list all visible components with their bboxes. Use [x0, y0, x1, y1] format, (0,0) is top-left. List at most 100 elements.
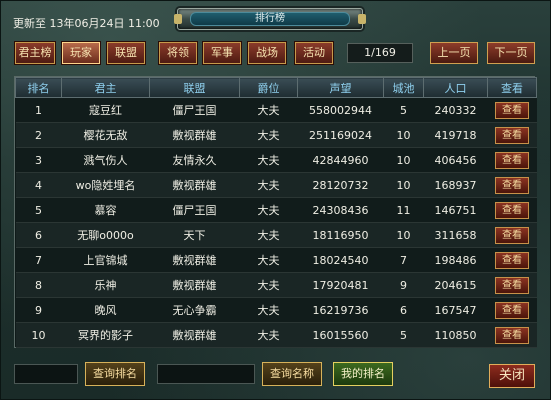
table-row: 1 寇豆红 僵尸王国 大夫 558002944 5 240332 查看 [15, 97, 537, 123]
cell-alliance: 僵尸王国 [149, 97, 240, 123]
cell-cities: 10 [383, 222, 424, 248]
cell-prestige: 18024540 [297, 247, 384, 273]
cell-title: 大夫 [239, 197, 298, 223]
view-button[interactable]: 查看 [495, 226, 529, 244]
cell-lord: 慕容 [61, 197, 150, 223]
col-header-title: 爵位 [239, 77, 298, 98]
my-rank-button[interactable]: 我的排名 [333, 362, 393, 386]
col-header-rank: 排名 [15, 77, 62, 98]
view-button[interactable]: 查看 [495, 176, 529, 194]
cell-rank: 1 [15, 97, 62, 123]
cell-rank: 10 [15, 322, 62, 348]
cell-lord: 无聊o000o [61, 222, 150, 248]
ranking-table: 排名 君主 联盟 爵位 声望 城池 人口 查看 1 寇豆红 僵尸王国 大夫 55… [14, 76, 537, 348]
cell-prestige: 251169024 [297, 122, 384, 148]
cell-view: 查看 [487, 122, 537, 148]
cell-view: 查看 [487, 247, 537, 273]
search-rank-button[interactable]: 查询排名 [85, 362, 145, 386]
cell-alliance: 敷视群雄 [149, 272, 240, 298]
cell-prestige: 24308436 [297, 197, 384, 223]
cell-rank: 3 [15, 147, 62, 173]
cell-rank: 7 [15, 247, 62, 273]
table-row: 9 晚风 无心争霸 大夫 16219736 6 167547 查看 [15, 297, 537, 323]
tab-military[interactable]: 军事 [203, 42, 241, 64]
tab-lord-ranking[interactable]: 君主榜 [15, 42, 55, 64]
cell-population: 204615 [423, 272, 488, 298]
cell-lord: 晚风 [61, 297, 150, 323]
cell-prestige: 17920481 [297, 272, 384, 298]
cell-population: 110850 [423, 322, 488, 348]
table-row: 10 冥界的影子 敷视群雄 大夫 16015560 5 110850 查看 [15, 322, 537, 348]
name-search-input[interactable] [157, 364, 255, 384]
close-button[interactable]: 关闭 [489, 364, 535, 388]
cell-prestige: 16015560 [297, 322, 384, 348]
cell-alliance: 僵尸王国 [149, 197, 240, 223]
col-header-lord: 君主 [61, 77, 150, 98]
cell-lord: 冥界的影子 [61, 322, 150, 348]
cell-lord: 溅气伤人 [61, 147, 150, 173]
col-header-prestige: 声望 [297, 77, 384, 98]
view-button[interactable]: 查看 [495, 276, 529, 294]
cell-cities: 9 [383, 272, 424, 298]
cell-population: 168937 [423, 172, 488, 198]
view-button[interactable]: 查看 [495, 101, 529, 119]
prev-page-button[interactable]: 上一页 [430, 42, 478, 64]
cell-population: 240332 [423, 97, 488, 123]
cell-population: 146751 [423, 197, 488, 223]
table-row: 4 wo隐姓埋名 敷视群雄 大夫 28120732 10 168937 查看 [15, 172, 537, 198]
cell-cities: 10 [383, 122, 424, 148]
view-button[interactable]: 查看 [495, 201, 529, 219]
cell-population: 419718 [423, 122, 488, 148]
view-button[interactable]: 查看 [495, 326, 529, 344]
view-button[interactable]: 查看 [495, 126, 529, 144]
cell-title: 大夫 [239, 97, 298, 123]
view-button[interactable]: 查看 [495, 151, 529, 169]
view-button[interactable]: 查看 [495, 301, 529, 319]
cell-population: 167547 [423, 297, 488, 323]
cell-alliance: 无心争霸 [149, 297, 240, 323]
cell-rank: 8 [15, 272, 62, 298]
cell-alliance: 敷视群雄 [149, 172, 240, 198]
table-row: 2 樱花无敌 敷视群雄 大夫 251169024 10 419718 查看 [15, 122, 537, 148]
cell-title: 大夫 [239, 322, 298, 348]
cell-lord: 樱花无敌 [61, 122, 150, 148]
cell-lord: wo隐姓埋名 [61, 172, 150, 198]
col-header-alliance: 联盟 [149, 77, 240, 98]
cell-cities: 5 [383, 97, 424, 123]
tab-battlefield[interactable]: 战场 [248, 42, 286, 64]
table-row: 3 溅气伤人 友情永久 大夫 42844960 10 406456 查看 [15, 147, 537, 173]
cell-view: 查看 [487, 197, 537, 223]
update-time-text: 更新至 13年06月24日 11:00 [13, 17, 160, 30]
col-header-cities: 城池 [383, 77, 424, 98]
cell-rank: 6 [15, 222, 62, 248]
cell-cities: 7 [383, 247, 424, 273]
table-header-row: 排名 君主 联盟 爵位 声望 城池 人口 查看 [15, 77, 537, 98]
tab-alliance[interactable]: 联盟 [107, 42, 145, 64]
table-row: 8 乐神 敷视群雄 大夫 17920481 9 204615 查看 [15, 272, 537, 298]
cell-title: 大夫 [239, 147, 298, 173]
tab-player[interactable]: 玩家 [62, 42, 100, 64]
cell-view: 查看 [487, 172, 537, 198]
cell-title: 大夫 [239, 122, 298, 148]
title-cap-right-icon [358, 14, 366, 24]
cell-title: 大夫 [239, 247, 298, 273]
cell-view: 查看 [487, 272, 537, 298]
rank-search-input[interactable] [14, 364, 78, 384]
title-cap-left-icon [174, 14, 182, 24]
cell-rank: 9 [15, 297, 62, 323]
tab-events[interactable]: 活动 [295, 42, 333, 64]
cell-prestige: 28120732 [297, 172, 384, 198]
col-header-population: 人口 [423, 77, 488, 98]
view-button[interactable]: 查看 [495, 251, 529, 269]
tab-generals[interactable]: 将领 [159, 42, 197, 64]
cell-alliance: 天下 [149, 222, 240, 248]
cell-alliance: 敷视群雄 [149, 322, 240, 348]
cell-prestige: 16219736 [297, 297, 384, 323]
search-name-button[interactable]: 查询名称 [262, 362, 322, 386]
col-header-view: 查看 [487, 77, 537, 98]
cell-population: 311658 [423, 222, 488, 248]
next-page-button[interactable]: 下一页 [487, 42, 535, 64]
page-indicator: 1/169 [347, 43, 413, 63]
cell-cities: 5 [383, 322, 424, 348]
ranking-window: 更新至 13年06月24日 11:00 排行榜 君主榜 玩家 联盟 将领 军事 … [0, 0, 551, 400]
